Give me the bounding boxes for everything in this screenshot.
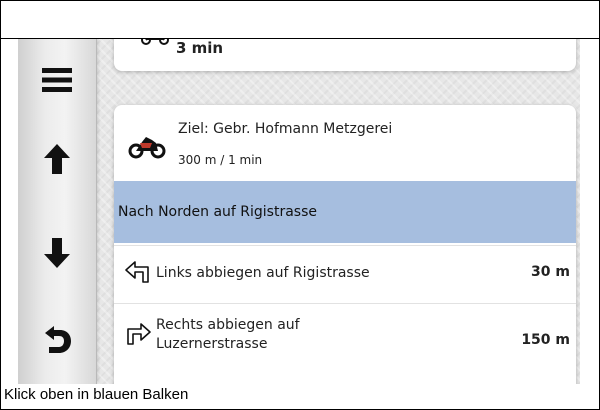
directions-card: Ziel: Gebr. Hofmann Metzgerei 300 m / 1 … xyxy=(114,105,576,384)
direction-row[interactable]: Rechts abbiegen auf Luzernerstrasse 150 … xyxy=(114,303,576,361)
motorcycle-icon xyxy=(128,137,166,159)
turn-left-icon xyxy=(125,261,149,283)
direction-row[interactable]: Links abbiegen auf Rigistrasse 30 m xyxy=(114,245,576,303)
arrow-up-icon xyxy=(44,144,70,174)
menu-button[interactable] xyxy=(28,51,86,109)
direction-label: Nach Norden auf Rigistrasse xyxy=(118,204,317,220)
direction-distance: 150 m xyxy=(521,332,570,348)
turn-right-icon xyxy=(127,323,151,345)
direction-label: Links abbiegen auf Rigistrasse xyxy=(156,265,370,281)
back-button[interactable] xyxy=(28,311,86,369)
motorcycle-icon xyxy=(141,39,169,45)
scroll-down-button[interactable] xyxy=(28,224,86,282)
destination-subtitle: 300 m / 1 min xyxy=(178,153,263,167)
eta-text: 3 min xyxy=(176,39,224,57)
back-icon xyxy=(45,326,71,353)
destination-row[interactable]: Ziel: Gebr. Hofmann Metzgerei 300 m / 1 … xyxy=(114,105,576,181)
destination-title: Ziel: Gebr. Hofmann Metzgerei xyxy=(178,121,393,137)
sidebar xyxy=(18,39,97,384)
top-strip xyxy=(1,1,599,39)
eta-card[interactable]: 3 min xyxy=(114,39,576,71)
direction-label: Rechts abbiegen auf Luzernerstrasse xyxy=(156,317,300,352)
direction-distance: 30 m xyxy=(531,264,570,280)
direction-row-selected[interactable]: Nach Norden auf Rigistrasse xyxy=(114,181,576,243)
navigation-screen: 3 min Ziel: Gebr. Hofmann Metzgerei 300 … xyxy=(18,39,580,384)
arrow-down-icon xyxy=(44,238,70,268)
scroll-up-button[interactable] xyxy=(28,130,86,188)
menu-icon xyxy=(42,68,72,92)
caption: Klick oben in blauen Balken xyxy=(4,386,189,403)
